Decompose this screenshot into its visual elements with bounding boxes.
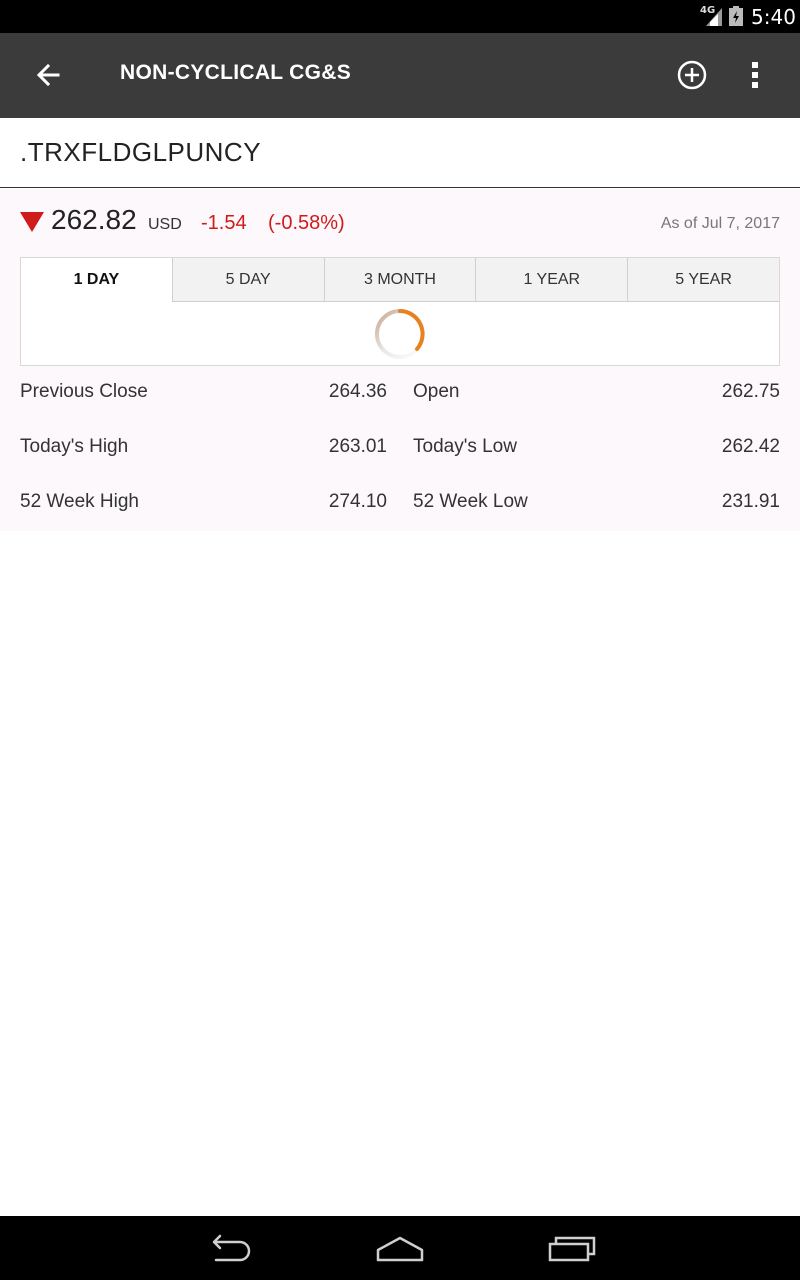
- app-bar: NON-CYCLICAL CG&S: [0, 33, 800, 118]
- chart-range-box: 1 DAY 5 DAY 3 MONTH 1 YEAR 5 YEAR: [20, 257, 780, 366]
- tab-3-month[interactable]: 3 MONTH: [323, 258, 476, 302]
- stat-value: 231.91: [721, 491, 780, 512]
- system-nav-bar: [0, 1216, 800, 1280]
- instrument-symbol: .TRXFLDGLPUNCY: [20, 137, 262, 167]
- battery-icon: [729, 6, 743, 26]
- tab-5-day[interactable]: 5 DAY: [171, 258, 324, 302]
- status-bar: 4G 5:40: [0, 0, 800, 33]
- signal-icon: [706, 8, 722, 26]
- stat-label: Today's Low: [413, 436, 517, 457]
- as-of-date: As of Jul 7, 2017: [660, 215, 780, 232]
- tab-1-day[interactable]: 1 DAY: [21, 258, 172, 302]
- stat-value: 262.42: [721, 436, 780, 457]
- plus-circle-icon[interactable]: [674, 57, 710, 93]
- stat-label: Today's High: [20, 436, 129, 457]
- stat-value: 264.36: [328, 381, 387, 402]
- stat-label: Previous Close: [20, 381, 148, 402]
- page-title: NON-CYCLICAL CG&S: [120, 61, 352, 84]
- stat-row: Previous Close 264.36 Open 262.75: [20, 375, 780, 430]
- quote-panel: 262.82 USD -1.54 (-0.58%) As of Jul 7, 2…: [0, 189, 800, 531]
- triangle-down-icon: [20, 212, 44, 232]
- stats-table: Previous Close 264.36 Open 262.75 Today'…: [20, 375, 780, 540]
- stat-label: Open: [413, 381, 460, 402]
- tab-5-year[interactable]: 5 YEAR: [627, 258, 779, 302]
- tab-1-year[interactable]: 1 YEAR: [475, 258, 628, 302]
- symbol-header: .TRXFLDGLPUNCY: [0, 119, 800, 188]
- stat-row: Today's High 263.01 Today's Low 262.42: [20, 430, 780, 485]
- price-change-percent: (-0.58%): [268, 212, 345, 234]
- stat-value: 274.10: [328, 491, 387, 512]
- arrow-left-icon[interactable]: [28, 55, 68, 95]
- currency: USD: [148, 216, 182, 233]
- stat-row: 52 Week High 274.10 52 Week Low 231.91: [20, 485, 780, 540]
- recent-apps-icon[interactable]: [544, 1230, 600, 1266]
- price-row: 262.82 USD -1.54 (-0.58%) As of Jul 7, 2…: [0, 189, 800, 257]
- spinner-icon: [375, 309, 425, 359]
- more-vert-icon[interactable]: [738, 57, 772, 93]
- back-icon[interactable]: [202, 1230, 258, 1266]
- stat-label: 52 Week High: [20, 491, 139, 512]
- range-tabs: 1 DAY 5 DAY 3 MONTH 1 YEAR 5 YEAR: [21, 258, 779, 302]
- stat-label: 52 Week Low: [413, 491, 528, 512]
- clock: 5:40: [751, 5, 796, 29]
- home-icon[interactable]: [372, 1230, 428, 1266]
- price-change: -1.54: [201, 212, 247, 234]
- stat-value: 263.01: [328, 436, 387, 457]
- stat-value: 262.75: [721, 381, 780, 402]
- last-price: 262.82: [51, 204, 137, 235]
